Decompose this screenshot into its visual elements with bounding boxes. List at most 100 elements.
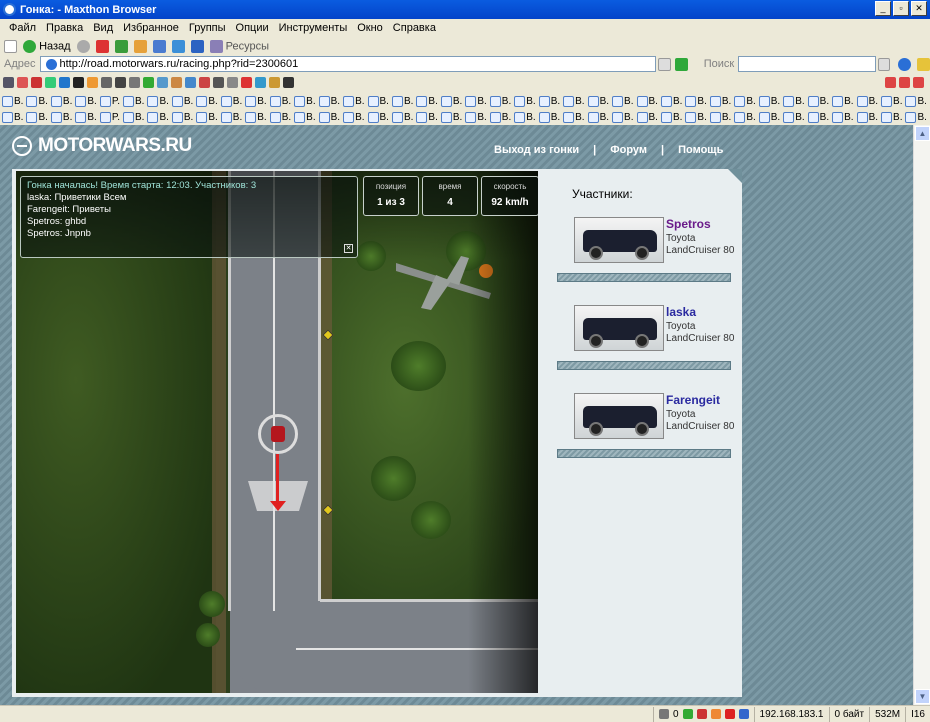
favorite-link[interactable]: B. — [514, 111, 536, 123]
plugin-icon[interactable] — [185, 76, 196, 88]
scroll-up-icon[interactable]: ▲ — [915, 126, 930, 141]
favorite-link[interactable]: B. — [587, 111, 609, 123]
favorite-link[interactable]: B. — [612, 95, 634, 107]
minimize-button[interactable]: _ — [875, 1, 891, 16]
favorite-link[interactable]: B. — [147, 95, 169, 107]
favorite-link[interactable]: B. — [465, 111, 487, 123]
forum-link[interactable]: Форум — [610, 144, 647, 156]
tray-icon[interactable] — [710, 709, 721, 719]
favorite-link[interactable]: B. — [514, 95, 536, 107]
favorite-link[interactable]: B. — [50, 95, 72, 107]
favorite-link[interactable]: B. — [685, 111, 707, 123]
plugin-icon[interactable] — [143, 76, 154, 88]
favorite-link[interactable]: B. — [685, 95, 707, 107]
favorite-link[interactable]: B. — [832, 95, 854, 107]
favorite-link[interactable]: B. — [734, 95, 756, 107]
participant-name[interactable]: Spetros — [666, 217, 711, 231]
favorite-link[interactable]: B. — [660, 111, 682, 123]
favorite-link[interactable]: B. — [612, 111, 634, 123]
plugin-icon[interactable] — [241, 76, 252, 88]
menu-file[interactable]: Файл — [4, 22, 41, 34]
address-dropdown-icon[interactable] — [658, 57, 671, 71]
favorite-link[interactable]: B. — [318, 95, 340, 107]
tray-icon[interactable] — [738, 709, 749, 719]
favorite-link[interactable]: B. — [294, 95, 316, 107]
plugin-icon[interactable] — [31, 76, 42, 88]
favorite-link[interactable]: B. — [416, 111, 438, 123]
favorite-link[interactable]: B. — [587, 95, 609, 107]
plugin-icon[interactable] — [899, 76, 910, 88]
favorite-link[interactable]: B. — [905, 111, 927, 123]
favorite-link[interactable]: B. — [171, 95, 193, 107]
favorite-link[interactable]: B. — [367, 95, 389, 107]
new-page-icon[interactable] — [4, 39, 17, 53]
search-dropdown-icon[interactable] — [877, 57, 891, 71]
favorite-link[interactable]: B. — [636, 95, 658, 107]
plugin-icon[interactable] — [115, 76, 126, 88]
plugin-icon[interactable] — [283, 76, 294, 88]
favorite-link[interactable]: B. — [758, 95, 780, 107]
menu-window[interactable]: Окно — [352, 22, 388, 34]
participant-name[interactable]: laska — [666, 305, 696, 319]
favorite-link[interactable]: B. — [807, 95, 829, 107]
menu-help[interactable]: Справка — [388, 22, 441, 34]
favorite-link[interactable]: B. — [905, 95, 927, 107]
go-icon[interactable] — [674, 57, 688, 71]
favorite-link[interactable]: B. — [245, 111, 267, 123]
favorite-link[interactable]: B. — [318, 111, 340, 123]
favorite-link[interactable]: B. — [26, 95, 48, 107]
favorite-link[interactable]: B. — [391, 111, 413, 123]
plugin-icon[interactable] — [255, 76, 266, 88]
favorite-link[interactable]: B. — [440, 111, 462, 123]
search-input[interactable] — [738, 56, 876, 72]
close-window-button[interactable]: ✕ — [911, 1, 927, 16]
favorite-link[interactable]: B. — [2, 111, 23, 123]
favorite-link[interactable]: B. — [416, 95, 438, 107]
favorite-link[interactable]: B. — [220, 95, 242, 107]
favorite-link[interactable]: B. — [465, 95, 487, 107]
scroll-down-icon[interactable]: ▼ — [915, 689, 930, 704]
tray-icon[interactable] — [682, 709, 693, 719]
favorite-link[interactable]: B. — [563, 111, 585, 123]
undo-icon[interactable] — [190, 39, 204, 53]
plugin-icon[interactable] — [269, 76, 280, 88]
favorite-link[interactable]: B. — [245, 95, 267, 107]
favorite-link[interactable]: B. — [832, 111, 854, 123]
home-icon[interactable] — [133, 39, 147, 53]
plugin-icon[interactable] — [129, 76, 140, 88]
back-button[interactable]: Назад — [23, 39, 71, 53]
resources-button[interactable]: Ресурсы — [209, 39, 269, 53]
favorite-link[interactable]: B. — [660, 95, 682, 107]
favorite-link[interactable]: B. — [196, 95, 218, 107]
favorite-link[interactable]: B. — [343, 111, 365, 123]
menu-edit[interactable]: Правка — [41, 22, 88, 34]
favorite-link[interactable]: B. — [563, 95, 585, 107]
favorite-link[interactable]: P. — [99, 95, 120, 107]
chat-close-icon[interactable]: ✕ — [344, 244, 353, 253]
favorite-link[interactable]: B. — [538, 95, 560, 107]
menu-tools[interactable]: Инструменты — [274, 22, 353, 34]
favorite-link[interactable]: B. — [856, 95, 878, 107]
favorite-link[interactable]: B. — [75, 95, 97, 107]
favorite-link[interactable]: B. — [75, 111, 97, 123]
favorite-link[interactable]: B. — [440, 95, 462, 107]
favorite-link[interactable]: B. — [294, 111, 316, 123]
favorite-link[interactable]: B. — [636, 111, 658, 123]
favorite-link[interactable]: B. — [881, 111, 902, 123]
favorite-link[interactable]: B. — [26, 111, 48, 123]
menu-favorites[interactable]: Избранное — [118, 22, 184, 34]
plugin-icon[interactable] — [199, 76, 210, 88]
favorite-link[interactable]: B. — [881, 95, 902, 107]
exit-race-link[interactable]: Выход из гонки — [494, 144, 579, 156]
tray-icon[interactable] — [724, 709, 735, 719]
plugin-icon[interactable] — [87, 76, 98, 88]
plugin-icon[interactable] — [171, 76, 182, 88]
favorite-link[interactable]: B. — [171, 111, 193, 123]
favorite-link[interactable]: B. — [489, 111, 511, 123]
favorite-link[interactable]: B. — [758, 111, 780, 123]
maximize-button[interactable]: ▫ — [893, 1, 909, 16]
plugin-icon[interactable] — [45, 76, 56, 88]
favorite-link[interactable]: B. — [122, 95, 144, 107]
favorite-link[interactable]: B. — [538, 111, 560, 123]
site-logo[interactable]: MOTORWARS.RU — [12, 135, 192, 157]
